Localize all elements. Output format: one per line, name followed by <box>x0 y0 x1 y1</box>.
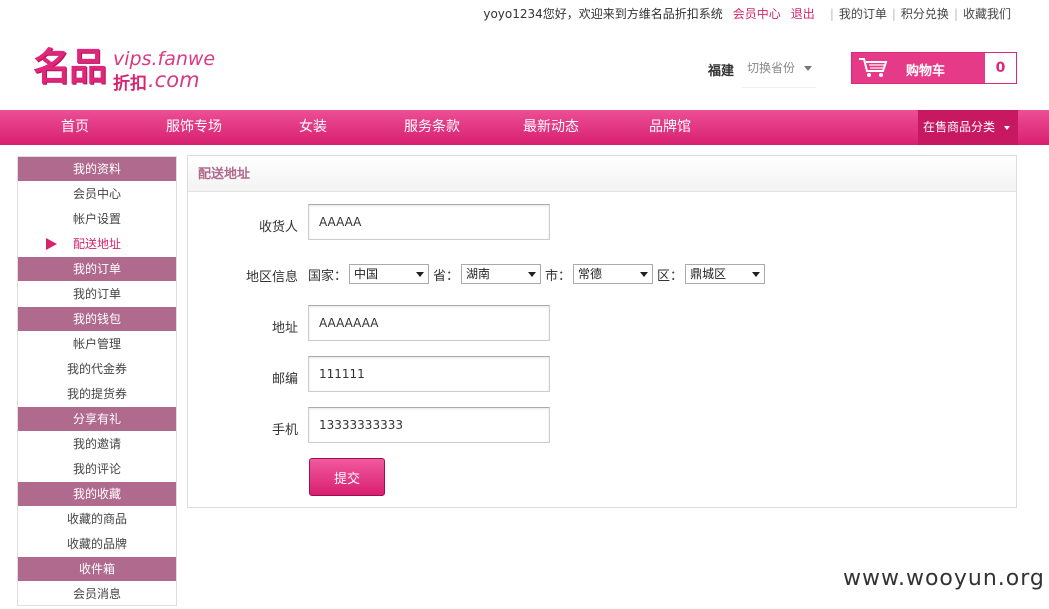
district-label: 区： <box>657 268 684 284</box>
province-label: 省： <box>433 268 460 284</box>
logo-site-top: vips.fanwe <box>113 48 216 70</box>
chevron-down-icon <box>1003 125 1010 130</box>
submit-button[interactable]: 提交 <box>309 458 385 496</box>
cart-button[interactable]: 购物车 0 <box>851 52 1017 84</box>
city-value: 常德 <box>578 267 603 281</box>
province-switch-dropdown[interactable]: 切换省份 <box>742 52 816 88</box>
welcome-text: yoyo1234您好，欢迎来到方维名品折扣系统 <box>483 7 723 21</box>
sidebar-item-pickup-coupons[interactable]: 我的提货券 <box>18 382 176 406</box>
sidebar-item-favorite-brands[interactable]: 收藏的品牌 <box>18 532 176 556</box>
district-value: 鼎城区 <box>690 267 727 281</box>
top-links: yoyo1234您好，欢迎来到方维名品折扣系统 会员中心 退出 | 我的订单 |… <box>483 5 1011 22</box>
sidebar-item-label: 配送地址 <box>72 237 121 251</box>
logo-site-bottom: .com <box>148 68 200 92</box>
address-input[interactable] <box>308 305 550 341</box>
chevron-down-icon <box>752 272 761 277</box>
panel-title: 配送地址 <box>188 156 1016 192</box>
divider: | <box>829 6 834 21</box>
mobile-input[interactable] <box>308 407 550 443</box>
triangle-right-icon <box>46 238 57 250</box>
city-select[interactable]: 常德 <box>573 264 654 284</box>
member-center-link[interactable]: 会员中心 <box>733 5 781 22</box>
divider: | <box>891 6 896 21</box>
sidebar-item-member-center[interactable]: 会员中心 <box>18 182 176 206</box>
sidebar-group-favorites: 我的收藏 <box>18 482 176 506</box>
cart-label: 购物车 <box>906 64 946 79</box>
sidebar-item-favorite-products[interactable]: 收藏的商品 <box>18 507 176 531</box>
sidebar-item-vouchers[interactable]: 我的代金券 <box>18 357 176 381</box>
sidebar-item-messages[interactable]: 会员消息 <box>18 582 176 606</box>
cart-count-badge: 0 <box>985 53 1016 83</box>
divider: | <box>953 6 958 21</box>
logo-main-text: 名品 <box>33 44 107 89</box>
consignee-input[interactable] <box>308 204 550 240</box>
nav-item-brands[interactable]: 品牌馆 <box>640 110 700 145</box>
top-bar: yoyo1234您好，欢迎来到方维名品折扣系统 会员中心 退出 | 我的订单 |… <box>0 0 1049 26</box>
region-label: 地区信息 <box>245 270 298 285</box>
country-label: 国家： <box>308 268 348 284</box>
mobile-label: 手机 <box>271 423 298 438</box>
nav-item-apparel[interactable]: 服饰专场 <box>154 110 234 145</box>
province-value: 湖南 <box>466 267 491 281</box>
province-switch-label: 切换省份 <box>747 61 796 75</box>
logo-sub-text: 折扣 <box>113 74 147 94</box>
nav-item-terms[interactable]: 服务条款 <box>392 110 472 145</box>
sidebar-item-shipping-address[interactable]: 配送地址 <box>18 232 176 256</box>
chevron-down-icon <box>416 272 425 277</box>
watermark-text: www.wooyun.org <box>843 566 1045 591</box>
sidebar-item-account-management[interactable]: 帐户管理 <box>18 332 176 356</box>
chevron-down-icon <box>640 272 649 277</box>
province-select[interactable]: 湖南 <box>461 264 542 284</box>
sidebar-group-wallet: 我的钱包 <box>18 307 176 331</box>
sidebar-item-invites[interactable]: 我的邀请 <box>18 432 176 456</box>
sidebar-group-share: 分享有礼 <box>18 407 176 431</box>
points-exchange-link[interactable]: 积分兑换 <box>901 5 949 22</box>
account-sidebar: 我的资料 会员中心 帐户设置 配送地址 我的订单 我的订单 我的钱包 帐户管理 … <box>17 156 177 606</box>
country-select[interactable]: 中国 <box>349 264 430 284</box>
shipping-address-panel: 配送地址 收货人 地区信息 国家： 中国 省： 湖南 市： 常德 区： 鼎城区 <box>187 155 1017 508</box>
country-value: 中国 <box>354 267 379 281</box>
sidebar-group-orders: 我的订单 <box>18 257 176 281</box>
address-label: 地址 <box>271 321 298 336</box>
zip-label: 邮编 <box>271 372 298 387</box>
cart-icon <box>859 58 888 77</box>
site-logo[interactable]: 名品 vips.fanwe 折扣 .com <box>33 44 223 94</box>
nav-item-women[interactable]: 女装 <box>283 110 343 145</box>
nav-item-news[interactable]: 最新动态 <box>511 110 591 145</box>
nav-item-home[interactable]: 首页 <box>45 110 105 145</box>
city-label: 市： <box>545 268 572 284</box>
current-province: 福建 <box>708 64 735 79</box>
header: 名品 vips.fanwe 折扣 .com 福建 切换省份 购物车 0 <box>0 26 1049 110</box>
sidebar-item-my-orders[interactable]: 我的订单 <box>18 282 176 306</box>
my-orders-link[interactable]: 我的订单 <box>839 5 887 22</box>
logout-link[interactable]: 退出 <box>791 5 815 22</box>
sidebar-item-comments[interactable]: 我的评论 <box>18 457 176 481</box>
bookmark-link[interactable]: 收藏我们 <box>963 5 1011 22</box>
category-dropdown[interactable]: 在售商品分类 <box>918 110 1018 145</box>
consignee-label: 收货人 <box>258 220 298 235</box>
sidebar-item-account-settings[interactable]: 帐户设置 <box>18 207 176 231</box>
chevron-down-icon <box>528 272 537 277</box>
main-nav: 首页 服饰专场 女装 服务条款 最新动态 品牌馆 在售商品分类 <box>0 110 1049 145</box>
zip-input[interactable] <box>308 356 550 392</box>
district-select[interactable]: 鼎城区 <box>685 264 766 284</box>
category-label: 在售商品分类 <box>923 120 996 134</box>
sidebar-group-profile: 我的资料 <box>18 157 176 181</box>
sidebar-group-inbox: 收件箱 <box>18 557 176 581</box>
region-selectors: 国家： 中国 省： 湖南 市： 常德 区： 鼎城区 <box>308 264 769 284</box>
chevron-down-icon <box>803 66 812 71</box>
